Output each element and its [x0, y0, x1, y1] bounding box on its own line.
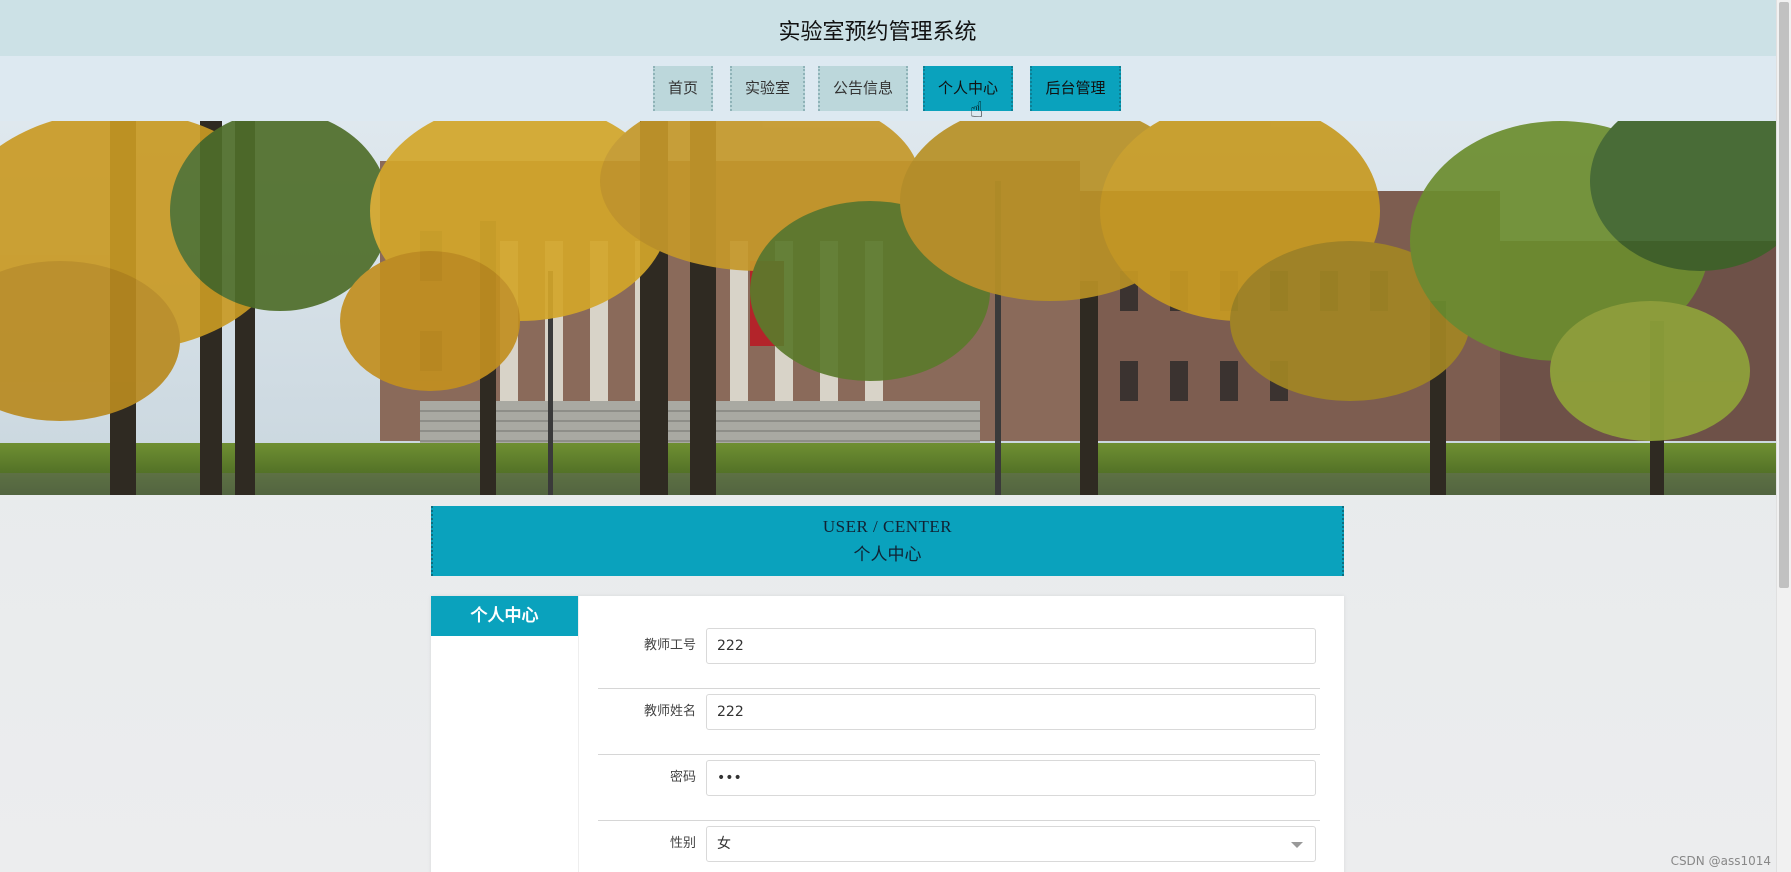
user-center-panel: 个人中心 教师工号 222 教师姓名 222 密码 ••• 性别 女 [431, 596, 1344, 872]
password-label: 密码 [669, 770, 696, 785]
form-row-password: 密码 ••• [598, 754, 1320, 821]
sidebar-tab-user-center[interactable]: 个人中心 [431, 596, 578, 636]
page-scrollbar[interactable] [1776, 0, 1791, 872]
gender-select[interactable]: 女 [706, 826, 1316, 862]
form-row-gender: 性别 女 [598, 820, 1320, 872]
nav-item-admin[interactable]: 后台管理 [1030, 66, 1121, 111]
form-row-teacher-id: 教师工号 222 [598, 622, 1320, 689]
main-nav: 首页 实验室 公告信息 个人中心 后台管理 [0, 56, 1777, 121]
user-center-title-en: USER / CENTER [822, 517, 953, 536]
watermark: CSDN @ass1014 [1670, 854, 1771, 868]
form-row-teacher-name: 教师姓名 222 [598, 688, 1320, 755]
sidebar-divider [578, 596, 579, 872]
campus-banner-image [0, 121, 1777, 495]
nav-item-lab[interactable]: 实验室 [730, 66, 805, 111]
gender-label: 性别 [669, 836, 696, 851]
password-input[interactable]: ••• [706, 760, 1316, 796]
site-header: 实验室预约管理系统 [0, 0, 1777, 56]
gender-select-value: 女 [717, 836, 731, 852]
nav-item-home[interactable]: 首页 [653, 66, 713, 111]
page: 实验室预约管理系统 首页 实验室 公告信息 个人中心 后台管理 ☝ USER /… [0, 0, 1777, 872]
teacher-id-input[interactable]: 222 [706, 628, 1316, 664]
user-center-header: USER / CENTER 个人中心 [431, 506, 1344, 576]
hand-cursor-icon: ☝ [970, 98, 984, 123]
nav-item-notice[interactable]: 公告信息 [818, 66, 908, 111]
teacher-name-label: 教师姓名 [643, 704, 696, 719]
scrollbar-thumb[interactable] [1779, 2, 1789, 588]
user-center-title-cn: 个人中心 [853, 545, 922, 564]
site-title: 实验室预约管理系统 [778, 20, 977, 45]
teacher-name-input[interactable]: 222 [706, 694, 1316, 730]
chevron-down-icon [1291, 842, 1303, 848]
teacher-id-label: 教师工号 [643, 638, 696, 653]
nav-item-user-center[interactable]: 个人中心 [923, 66, 1013, 111]
